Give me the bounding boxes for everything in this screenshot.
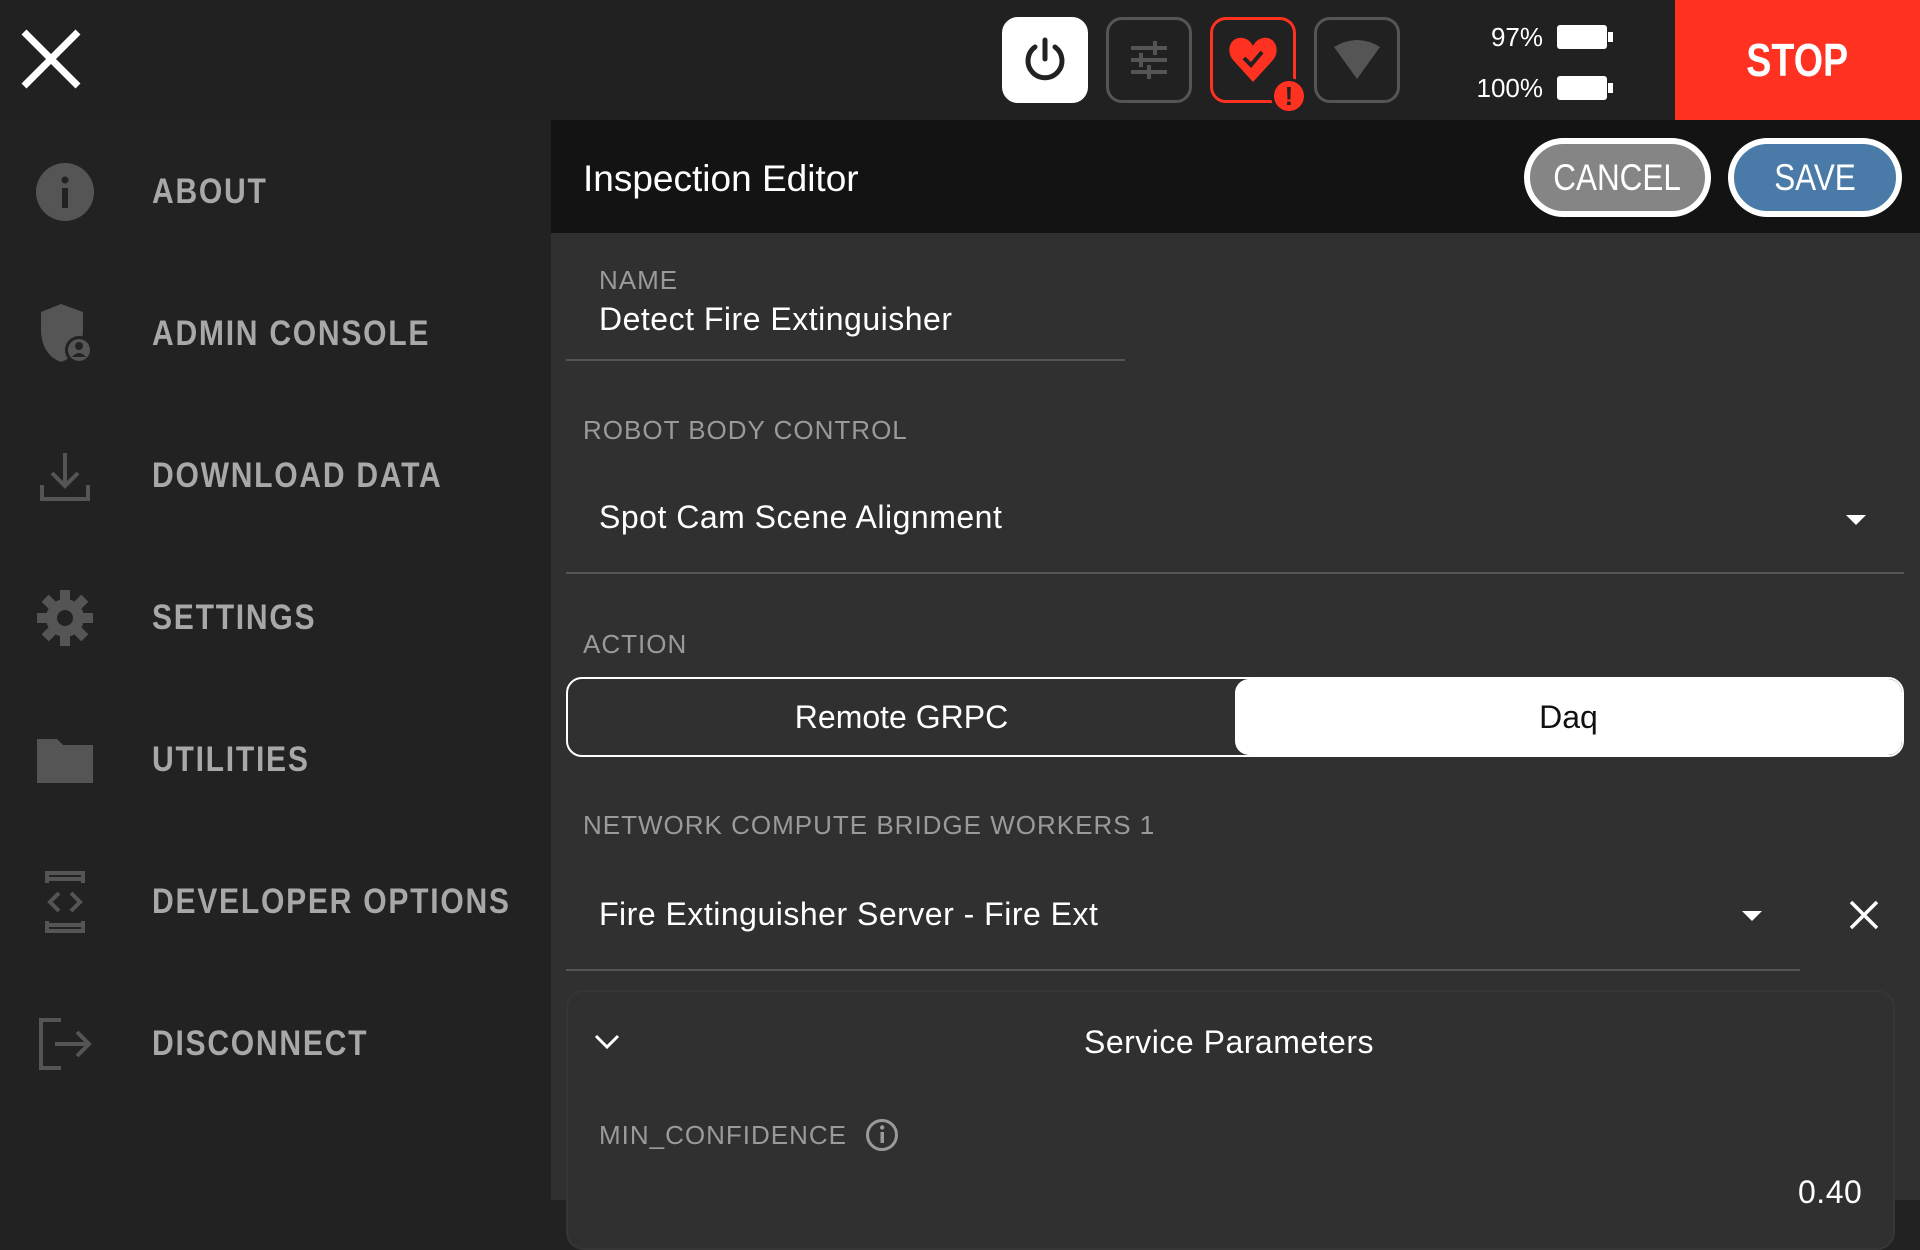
sidebar-item-label: ADMIN CONSOLE: [152, 314, 431, 353]
developer-icon: [33, 870, 97, 934]
name-input[interactable]: Detect Fire Extinguisher: [599, 301, 952, 338]
battery-1-percent: 97%: [1490, 22, 1543, 52]
sliders-icon: [1131, 41, 1167, 79]
chevron-down-icon[interactable]: [1742, 911, 1762, 921]
min-confidence-value[interactable]: 0.40: [1798, 1174, 1862, 1211]
workers-label: NETWORK COMPUTE BRIDGE WORKERS 1: [583, 810, 1156, 840]
logout-icon: [33, 1012, 97, 1076]
battery-2-icon: [1557, 76, 1613, 100]
sidebar-item-download-data[interactable]: DOWNLOAD DATA: [0, 416, 551, 536]
info-icon[interactable]: [865, 1118, 899, 1152]
power-button[interactable]: [1002, 17, 1088, 103]
page-title: Inspection Editor: [583, 158, 859, 199]
wifi-button[interactable]: [1314, 17, 1400, 103]
sidebar-item-admin-console[interactable]: ADMIN CONSOLE: [0, 274, 551, 394]
cancel-button[interactable]: CANCEL: [1524, 138, 1711, 217]
sidebar-item-label: DOWNLOAD DATA: [152, 456, 443, 495]
sidebar-item-developer-options[interactable]: DEVELOPER OPTIONS: [0, 842, 551, 962]
collapse-chevron-icon[interactable]: [594, 1034, 620, 1050]
action-option-daq[interactable]: Daq: [1235, 679, 1902, 755]
robot-body-control-label: ROBOT BODY CONTROL: [583, 415, 908, 445]
save-button[interactable]: SAVE: [1728, 138, 1902, 217]
service-parameters-title: Service Parameters: [1084, 1024, 1374, 1060]
remove-worker-icon[interactable]: [1849, 900, 1879, 930]
health-heart-icon: [1229, 37, 1277, 82]
gear-icon: [33, 586, 97, 650]
power-icon: [1025, 37, 1065, 81]
sidebar-item-utilities[interactable]: UTILITIES: [0, 700, 551, 820]
health-button[interactable]: !: [1210, 17, 1307, 114]
download-icon: [33, 444, 97, 508]
admin-shield-icon: [33, 302, 97, 366]
workers-select[interactable]: Fire Extinguisher Server - Fire Ext: [599, 896, 1098, 933]
save-label: SAVE: [1774, 156, 1856, 198]
sidebar-item-label: ABOUT: [152, 172, 268, 211]
stop-label: STOP: [1746, 34, 1849, 86]
sidebar-item-settings[interactable]: SETTINGS: [0, 558, 551, 678]
sidebar-item-label: UTILITIES: [152, 740, 310, 779]
sidebar: ABOUT ADMIN CONSOLE DOWNLOAD DATA SETTIN…: [0, 120, 551, 1200]
sliders-button[interactable]: [1106, 17, 1192, 103]
sidebar-item-label: DISCONNECT: [152, 1024, 369, 1063]
action-segmented-control: Remote GRPC Daq: [566, 677, 1904, 757]
sidebar-item-label: SETTINGS: [152, 598, 317, 637]
action-option-remote-grpc[interactable]: Remote GRPC: [568, 679, 1235, 755]
cancel-label: CANCEL: [1553, 156, 1682, 198]
chevron-down-icon[interactable]: [1846, 515, 1866, 525]
battery-2-percent: 100%: [1476, 73, 1544, 103]
sidebar-item-disconnect[interactable]: DISCONNECT: [0, 984, 551, 1104]
name-label: NAME: [599, 265, 679, 295]
name-underline: [566, 359, 1125, 361]
stop-button[interactable]: STOP: [1675, 0, 1920, 120]
sidebar-item-label: DEVELOPER OPTIONS: [152, 882, 511, 921]
top-bar: ! 97% 100% STOP: [0, 0, 1920, 120]
info-icon: [33, 160, 97, 224]
sidebar-item-about[interactable]: ABOUT: [0, 132, 551, 252]
alert-badge-icon: !: [1271, 78, 1307, 114]
robot-body-control-select[interactable]: Spot Cam Scene Alignment: [599, 499, 1002, 536]
battery-1-icon: [1557, 25, 1613, 49]
robot-body-control-underline: [566, 572, 1904, 574]
wifi-signal-icon: [1334, 40, 1380, 79]
close-icon[interactable]: [20, 28, 82, 90]
folder-icon: [33, 728, 97, 792]
min-confidence-label: MIN_CONFIDENCE: [599, 1120, 848, 1150]
action-label: ACTION: [583, 629, 688, 659]
workers-underline: [566, 969, 1800, 971]
